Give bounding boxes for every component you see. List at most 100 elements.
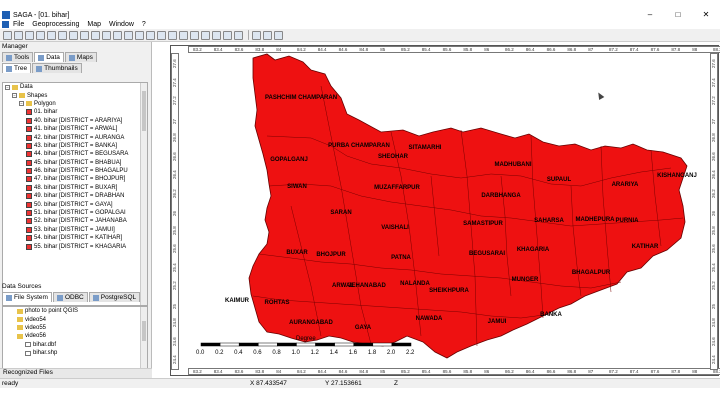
file-item-label: video56 [25,333,47,340]
tab-data[interactable]: Data [34,52,64,62]
saga-app-icon [2,11,10,19]
tree-item[interactable]: 55. bihar [DISTRICT = KHAGARIA [3,242,147,250]
tree-item[interactable]: 44. bihar [DISTRICT = BEGUSARA [3,150,147,158]
paste-tool-icon[interactable] [274,30,283,40]
file-item[interactable]: video54 [3,315,147,323]
tree-item-label: 45. bihar [DISTRICT = BHABUA] [34,159,122,166]
database-icon [56,294,63,301]
help-tool-icon[interactable] [234,30,243,40]
tree-item[interactable]: 53. bihar [DISTRICT = JAMUI] [3,226,147,234]
save-tool-icon[interactable] [14,30,23,40]
menu-file[interactable]: File [9,21,28,28]
ds-scrollbar[interactable] [140,307,147,369]
save-all-tool-icon[interactable] [25,30,34,40]
file-item[interactable]: photo to point QGIS [3,307,147,315]
select-tool-icon[interactable] [146,30,155,40]
tree-item[interactable]: 01. bihar [3,108,147,116]
file-item[interactable]: video56 [3,332,147,340]
menu-window[interactable]: Window [105,21,138,28]
district-label: DARBHANGA [481,193,521,199]
bihar-map[interactable]: 0.0 0.2 0.4 0.6 0.8 1.0 1.2 1.4 1.6 1.8 2.0 2.2 Degr… [171,46,720,377]
tree-item[interactable]: − Shapes [3,91,147,99]
tab-tools[interactable]: Tools [2,52,34,62]
properties-tool-icon[interactable] [58,30,67,40]
scale-segment [391,342,412,347]
collapse-icon[interactable]: − [5,84,10,90]
menu-help[interactable]: ? [138,21,150,28]
tab-data-label: Data [46,54,60,61]
tab-thumbnails[interactable]: Thumbnails [32,63,82,73]
tree-item[interactable]: 52. bihar [DISTRICT = JAHANABA [3,217,147,225]
menu-map[interactable]: Map [83,21,105,28]
data-tree[interactable]: − Data − Shapes − Polygon 01. bihar 40. bihar [… [2,82,148,306]
folder-icon [17,308,23,314]
tree-item[interactable]: 41. bihar [DISTRICT = ARWAL] [3,125,147,133]
undo-tool-icon[interactable] [91,30,100,40]
tab-file-system[interactable]: File System [2,292,52,302]
tree-scroll-thumb[interactable] [142,91,146,131]
district-label: PASHCHIM CHAMPARAN [264,95,338,101]
open-tool-icon[interactable] [3,30,12,40]
pan-tool-icon[interactable] [135,30,144,40]
tree-item[interactable]: 46. bihar [DISTRICT = BHAGALPU [3,167,147,175]
tree-item-label: 54. bihar [DISTRICT = KATIHAR] [34,235,123,242]
map-3d-tool-icon[interactable] [190,30,199,40]
zoom-out-tool-icon[interactable] [124,30,133,40]
folder-icon [17,325,23,331]
zoom-full-tool-icon[interactable] [157,30,166,40]
scale-segment [353,342,374,347]
tree-item[interactable]: 50. bihar [DISTRICT = GAYA] [3,200,147,208]
tree-item[interactable]: − Data [3,83,147,91]
scale-segment [219,342,240,347]
collapse-icon[interactable]: − [19,101,24,107]
tab-odbc[interactable]: ODBC [52,292,88,302]
info-tool-icon[interactable] [69,30,78,40]
tab-postgresql[interactable]: PostgreSQL [88,292,141,302]
manager-subtabs: Tree Thumbnails [0,62,151,73]
tree-item[interactable]: 45. bihar [DISTRICT = BHABUA] [3,159,147,167]
postgresql-icon [92,294,99,301]
tree-item[interactable]: 51. bihar [DISTRICT = GOPALGAI [3,209,147,217]
settings-tool-icon[interactable] [223,30,232,40]
tree-item[interactable]: − Polygon [3,100,147,108]
status-x-coordinate: X 87.433547 [250,380,287,387]
map-frame[interactable]: 83.2 83.4 83.6 83.8 84 84.2 84.4 84.6 84.8 85 85.2… [170,45,720,377]
tree-item[interactable]: 49. bihar [DISTRICT = DRABHAN [3,192,147,200]
refresh-tool-icon[interactable] [179,30,188,40]
file-item[interactable]: bihar.shp [3,349,147,357]
print-tool-icon[interactable] [47,30,56,40]
tree-item[interactable]: 54. bihar [DISTRICT = KATIHAR] [3,234,147,242]
copy-tool-icon[interactable] [263,30,272,40]
district-label: MADHEPURA [575,217,615,223]
tree-scrollbar[interactable] [140,83,147,305]
tree-item-label: 55. bihar [DISTRICT = KHAGARIA [34,243,127,250]
layout-tool-icon[interactable] [201,30,210,40]
tree-item[interactable]: 43. bihar [DISTRICT = BANKA] [3,142,147,150]
file-item-label: video54 [25,316,47,323]
tab-tree[interactable]: Tree [2,63,32,73]
tab-maps[interactable]: Maps [64,52,97,62]
tree-icon [6,65,12,72]
scripts-tool-icon[interactable] [252,30,261,40]
file-item[interactable]: bihar.dbf [3,341,147,349]
redo-tool-icon[interactable] [102,30,111,40]
tree-item[interactable]: 47. bihar [DISTRICT = BHOJPUR] [3,175,147,183]
zoom-layer-tool-icon[interactable] [168,30,177,40]
file-item[interactable]: video55 [3,324,147,332]
menu-geoprocessing[interactable]: Geoprocessing [28,21,83,28]
tree-item-label: 51. bihar [DISTRICT = GOPALGAI [34,210,126,217]
district-label: GAYA [354,325,372,331]
collapse-icon[interactable]: − [12,93,17,99]
file-icon [25,350,31,356]
tree-item[interactable]: 48. bihar [DISTRICT = BUXAR] [3,184,147,192]
table-tool-icon[interactable] [36,30,45,40]
tree-item[interactable]: 40. bihar [DISTRICT = ARARIYA] [3,117,147,125]
file-system-tree[interactable]: photo to point QGIS video54 video55 video56… [2,306,148,370]
tree-item[interactable]: 42. bihar [DISTRICT = AURANGA [3,133,147,141]
recognized-files-tab[interactable]: Recognized Files [0,368,152,378]
measure-tool-icon[interactable] [80,30,89,40]
legend-tool-icon[interactable] [212,30,221,40]
layer-icon [26,142,32,149]
ds-scroll-thumb[interactable] [142,321,146,341]
zoom-in-tool-icon[interactable] [113,30,122,40]
